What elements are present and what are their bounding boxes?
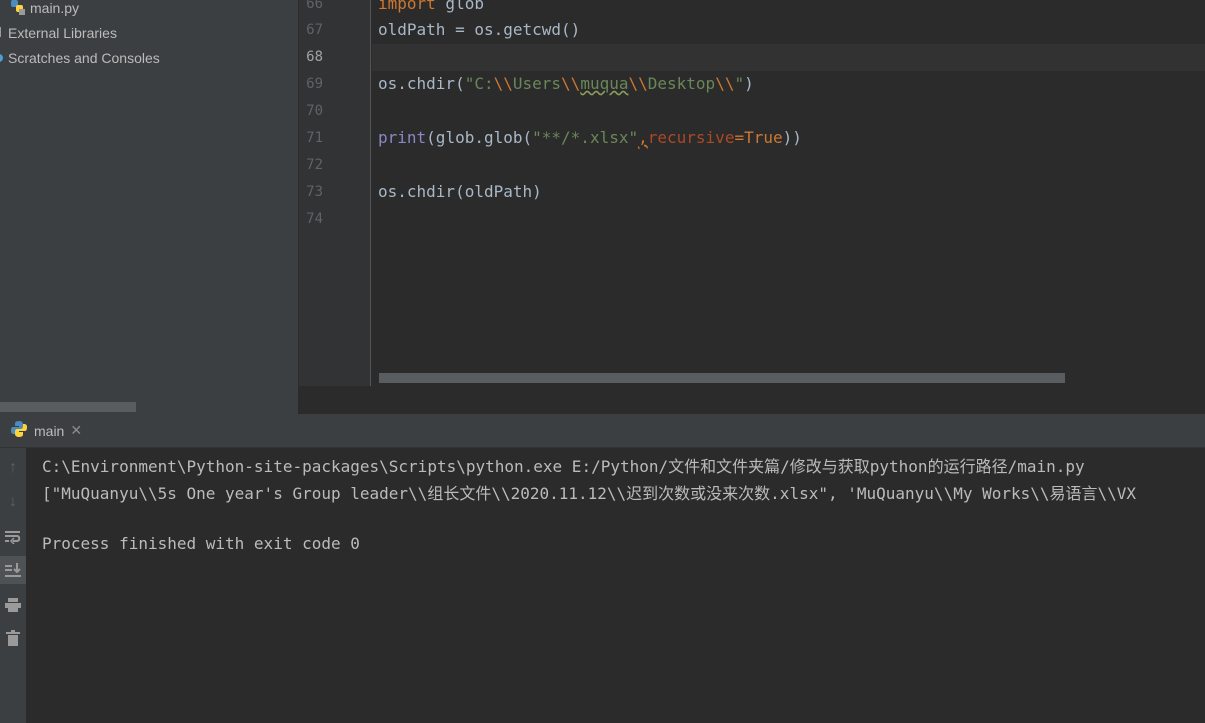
line-number: 69 [306, 76, 323, 92]
builtin-token: print [378, 128, 427, 147]
escape-token: \\ [493, 74, 513, 93]
code-line-69[interactable]: os.chdir("C:\\Users\\muqua\\Desktop\\") [378, 74, 754, 93]
tree-item-label: main.py [30, 0, 80, 16]
scratches-icon [0, 50, 4, 67]
console-line: Process finished with exit code 0 [42, 534, 360, 553]
code-token: glob [435, 0, 484, 13]
string-token: " [734, 74, 745, 93]
string-token: "**/*.xlsx" [532, 128, 639, 147]
code-line-66[interactable]: import glob [378, 0, 484, 13]
code-token: )) [782, 128, 802, 147]
up-arrow-icon[interactable]: ↑ [0, 454, 26, 482]
gutter-divider [370, 0, 371, 386]
line-number: 66 [306, 0, 323, 12]
python-icon [10, 420, 28, 441]
line-number-gutter: 66 67 68 69 70 71 72 73 74 [299, 0, 371, 386]
tree-item-label: Scratches and Consoles [8, 50, 160, 66]
line-number: 74 [306, 211, 323, 227]
down-arrow-icon[interactable]: ↓ [0, 488, 26, 516]
line-number: 70 [306, 103, 323, 119]
run-toolbar: ↑ ↓ [0, 448, 26, 723]
line-number: 73 [306, 184, 323, 200]
current-line-highlight [372, 44, 1205, 71]
console-output[interactable]: C:\Environment\Python-site-packages\Scri… [26, 448, 1205, 723]
line-number: 67 [306, 22, 323, 38]
soft-wrap-icon[interactable] [0, 523, 26, 551]
string-token: Desktop [647, 74, 716, 93]
run-tab-label: main [34, 422, 65, 439]
escape-token: \\ [561, 74, 581, 93]
console-line: ["MuQuanyu\\5s One year's Group leader\\… [42, 484, 1137, 503]
line-number: 68 [306, 49, 323, 65]
editor-horizontal-scrollbar[interactable] [379, 373, 1065, 383]
console-line: C:\Environment\Python-site-packages\Scri… [42, 457, 1085, 476]
equals-token: = [734, 128, 745, 147]
code-token: (glob.glob( [426, 128, 533, 147]
param-token: recursive [647, 128, 735, 147]
run-panel-header: main ✕ [0, 414, 1205, 448]
tree-item-external-libraries[interactable]: External Libraries [0, 22, 117, 44]
line-number: 71 [306, 130, 323, 146]
code-line-73[interactable]: os.chdir(oldPath) [378, 182, 542, 201]
tree-item-scratches[interactable]: Scratches and Consoles [0, 47, 160, 69]
line-number: 72 [306, 157, 323, 173]
tree-item-main-py[interactable]: main.py [10, 0, 79, 19]
string-token-typo: muqua [580, 74, 629, 93]
project-horizontal-scrollbar[interactable] [0, 402, 136, 412]
library-icon [0, 25, 4, 42]
keyword-token: import [378, 0, 436, 13]
python-file-icon [10, 0, 26, 18]
escape-token: \\ [715, 74, 735, 93]
code-token: ) [744, 74, 754, 93]
close-icon[interactable]: ✕ [70, 422, 82, 439]
string-token: "C: [464, 74, 494, 93]
escape-token: \\ [628, 74, 648, 93]
code-token: os.chdir( [378, 74, 465, 93]
code-line-71[interactable]: print(glob.glob("**/*.xlsx",recursive=Tr… [378, 128, 802, 147]
string-token: Users [512, 74, 562, 93]
keyword-token: True [744, 128, 783, 147]
print-icon[interactable] [0, 591, 26, 619]
scroll-to-end-icon[interactable] [0, 556, 26, 584]
project-tree-panel: main.py External Libraries Scratches and… [0, 0, 298, 414]
run-tab-main[interactable]: main ✕ [0, 414, 92, 447]
editor-bottom-area [298, 386, 1205, 414]
code-editor[interactable]: 66 67 68 69 70 71 72 73 74 import glob o… [299, 0, 1205, 386]
comma-token: , [638, 128, 648, 147]
trash-icon[interactable] [0, 624, 26, 652]
tree-item-label: External Libraries [8, 25, 117, 41]
code-line-67[interactable]: oldPath = os.getcwd() [378, 20, 580, 39]
